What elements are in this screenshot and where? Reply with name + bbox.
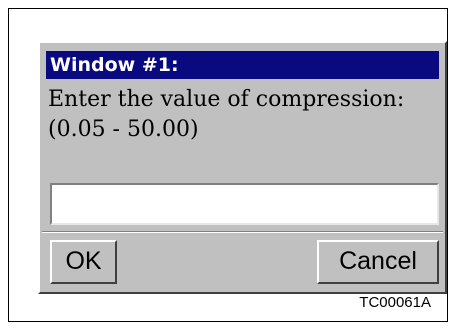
- message-prompt: Enter the value of compression:: [48, 87, 405, 112]
- figure-caption: TC00061A: [359, 294, 431, 311]
- dialog-message: Enter the value of compression: (0.05 - …: [48, 85, 443, 145]
- cancel-button[interactable]: Cancel: [317, 240, 439, 284]
- dialog-title-bar: Window #1:: [46, 51, 439, 79]
- ok-button[interactable]: OK: [50, 240, 117, 284]
- message-range: (0.05 - 50.00): [48, 117, 199, 142]
- compression-input[interactable]: [50, 183, 439, 225]
- dialog-separator: [42, 231, 443, 233]
- figure-frame: Window #1: Enter the value of compressio…: [8, 8, 448, 322]
- input-dialog: Window #1: Enter the value of compressio…: [38, 41, 447, 294]
